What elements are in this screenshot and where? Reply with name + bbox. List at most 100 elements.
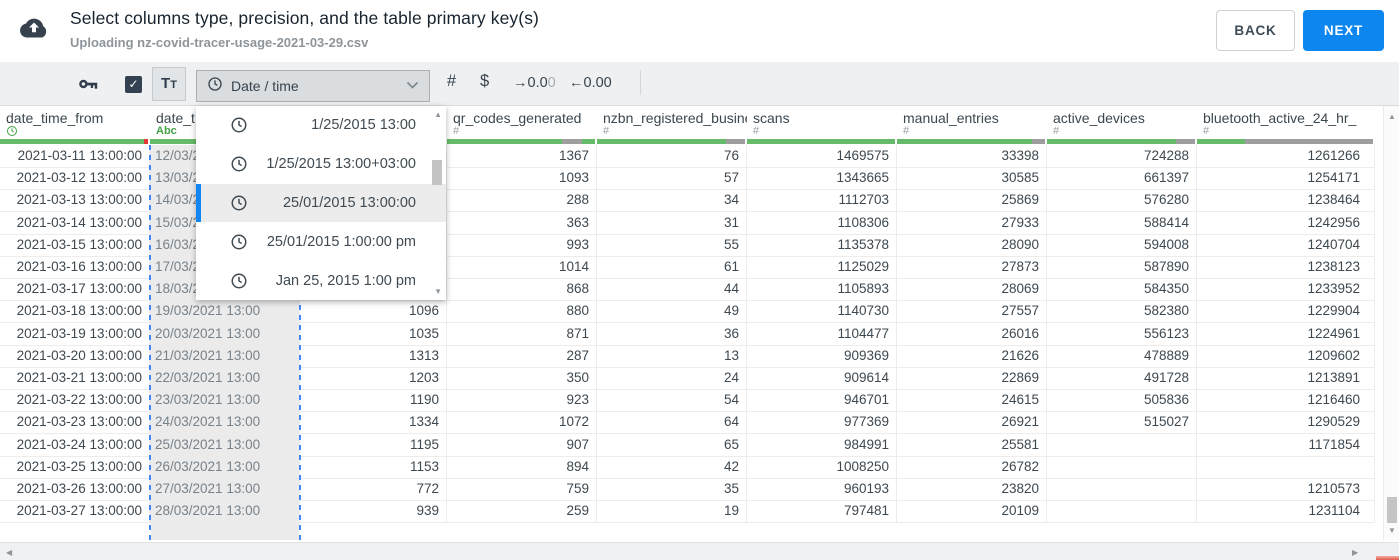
table-row: 2021-03-25 13:00:00 26/03/2021 13:00 1153 8…: [0, 455, 1375, 479]
table-row: 2021-03-21 13:00:00 22/03/2021 13:00 1203 3…: [0, 367, 1375, 390]
selected-column-extension: [151, 522, 299, 540]
text-type-button[interactable]: TT: [152, 67, 186, 101]
cell-date_t: 19/03/2021 13:00: [150, 300, 300, 324]
format-option-label: 1/25/2015 13:00: [311, 117, 416, 134]
column-quality-bar: [0, 139, 148, 144]
cell-date_time_from: 2021-03-14 13:00:00: [0, 211, 150, 235]
column-quality-bar: [747, 139, 895, 144]
format-option[interactable]: 25/01/2015 1:00:00 pm: [196, 222, 446, 261]
currency-type-button[interactable]: $: [480, 72, 489, 91]
column-quality-bar: [1047, 139, 1195, 144]
chevron-down-icon: [406, 77, 419, 95]
column-header-active_devices[interactable]: active_devices #: [1047, 106, 1197, 139]
format-option[interactable]: 1/25/2015 13:00: [196, 106, 446, 145]
dropdown-scroll-down-arrow[interactable]: ▼: [434, 287, 442, 296]
cell-manual_entries: 23820: [897, 478, 1047, 501]
scroll-left-arrow[interactable]: ◀: [6, 548, 12, 557]
selected-column-left-border: [149, 145, 151, 540]
column-header-bluetooth_active_24_hr_[interactable]: bluetooth_active_24_hr_ #: [1197, 106, 1375, 139]
toolbar-divider: [640, 70, 641, 95]
cell-date_t: 24/03/2021 13:00: [150, 411, 300, 435]
cell-hidden-column: 1190: [300, 389, 447, 413]
column-quality-bar: [597, 139, 745, 144]
cell-active_devices: 587890: [1047, 256, 1197, 279]
include-column-checkbox[interactable]: ✓: [125, 76, 142, 93]
column-header-nzbn_registered_busine[interactable]: nzbn_registered_busine #: [597, 106, 747, 139]
cell-hidden-column: 1096: [300, 300, 447, 324]
format-option-label: Jan 25, 2015 1:00 pm: [275, 272, 416, 289]
decrease-decimals-button[interactable]: →0.00: [513, 75, 556, 91]
table-row: 2021-03-23 13:00:00 24/03/2021 13:00 1334 1…: [0, 411, 1375, 435]
number-type-glyph: #: [903, 125, 910, 137]
cell-qr_codes_generated: 1014: [447, 256, 597, 279]
number-type-glyph: #: [453, 125, 460, 137]
cell-nzbn_registered_busine: 55: [597, 233, 747, 257]
cell-bluetooth_active_24_hr_: 1171854: [1197, 433, 1375, 457]
cell-qr_codes_generated: 1367: [447, 145, 597, 168]
cell-nzbn_registered_busine: 54: [597, 389, 747, 413]
cell-scans: 1112703: [747, 189, 897, 213]
cell-hidden-column: 1203: [300, 367, 447, 390]
cell-manual_entries: 26782: [897, 455, 1047, 479]
column-name: bluetooth_active_24_hr_: [1203, 110, 1357, 126]
cell-date_time_from: 2021-03-15 13:00:00: [0, 233, 150, 257]
cell-manual_entries: 25581: [897, 433, 1047, 457]
clock-icon: [230, 233, 248, 256]
format-option-label: 1/25/2015 13:00+03:00: [266, 156, 416, 173]
scroll-up-arrow[interactable]: ▲: [1388, 112, 1396, 121]
cell-qr_codes_generated: 907: [447, 433, 597, 457]
cell-manual_entries: 26016: [897, 322, 1047, 346]
next-button[interactable]: NEXT: [1303, 10, 1384, 51]
table-row: 2021-03-27 13:00:00 28/03/2021 13:00 939 25…: [0, 500, 1375, 524]
format-option[interactable]: 1/25/2015 13:00+03:00: [196, 145, 446, 184]
primary-key-icon[interactable]: [77, 73, 99, 100]
cell-bluetooth_active_24_hr_: 1229904: [1197, 300, 1375, 324]
cell-scans: 984991: [747, 433, 897, 457]
cell-manual_entries: 27557: [897, 300, 1047, 324]
dropdown-scroll-up-arrow[interactable]: ▲: [434, 110, 442, 119]
column-header-date_time_from[interactable]: date_time_from: [0, 106, 150, 139]
clock-icon: [230, 116, 248, 139]
cell-date_t: 22/03/2021 13:00: [150, 367, 300, 390]
cell-bluetooth_active_24_hr_: 1231104: [1197, 500, 1375, 524]
cell-nzbn_registered_busine: 64: [597, 411, 747, 435]
scroll-corner-marker: [1376, 556, 1399, 560]
format-option[interactable]: Jan 25, 2015 1:00 pm: [196, 261, 446, 300]
cell-scans: 1140730: [747, 300, 897, 324]
scroll-down-arrow[interactable]: ▼: [1388, 526, 1396, 535]
cell-active_devices: 724288: [1047, 145, 1197, 168]
integer-type-button[interactable]: #: [447, 72, 456, 91]
cell-date_t: 27/03/2021 13:00: [150, 478, 300, 501]
increase-decimals-button[interactable]: ←0.00: [569, 75, 612, 91]
format-option-selected[interactable]: 25/01/2015 13:00:00: [196, 183, 446, 223]
cell-nzbn_registered_busine: 76: [597, 145, 747, 168]
cell-active_devices: 491728: [1047, 367, 1197, 390]
cell-manual_entries: 30585: [897, 167, 1047, 191]
back-button[interactable]: BACK: [1216, 10, 1295, 51]
column-header-scans[interactable]: scans #: [747, 106, 897, 139]
column-header-manual_entries[interactable]: manual_entries #: [897, 106, 1047, 139]
upload-filename: Uploading nz-covid-tracer-usage-2021-03-…: [70, 35, 369, 50]
cell-active_devices: 661397: [1047, 167, 1197, 191]
cell-active_devices: 505836: [1047, 389, 1197, 413]
cell-hidden-column: 1035: [300, 322, 447, 346]
scroll-right-arrow[interactable]: ▶: [1352, 548, 1358, 557]
table-row: 2021-03-20 13:00:00 21/03/2021 13:00 1313 2…: [0, 344, 1375, 368]
column-header-qr_codes_generated[interactable]: qr_codes_generated #: [447, 106, 597, 139]
vertical-scroll-thumb[interactable]: [1387, 497, 1397, 523]
cell-nzbn_registered_busine: 49: [597, 300, 747, 324]
cell-scans: 1008250: [747, 455, 897, 479]
number-type-glyph: #: [753, 125, 760, 137]
cell-manual_entries: 27933: [897, 211, 1047, 235]
dropdown-scroll-thumb[interactable]: [432, 160, 442, 185]
cell-date_time_from: 2021-03-24 13:00:00: [0, 433, 150, 457]
cell-qr_codes_generated: 1093: [447, 167, 597, 191]
vertical-scrollbar[interactable]: ▲ ▼: [1383, 106, 1399, 540]
column-type-dropdown[interactable]: Date / time: [196, 70, 430, 102]
column-name: date_time_from: [6, 110, 104, 126]
column-quality-bar: [447, 139, 595, 144]
cell-date_time_from: 2021-03-17 13:00:00: [0, 278, 150, 302]
horizontal-scrollbar[interactable]: ◀ ▶: [0, 542, 1399, 560]
cell-scans: 1469575: [747, 145, 897, 168]
cell-bluetooth_active_24_hr_: 1209602: [1197, 344, 1375, 368]
